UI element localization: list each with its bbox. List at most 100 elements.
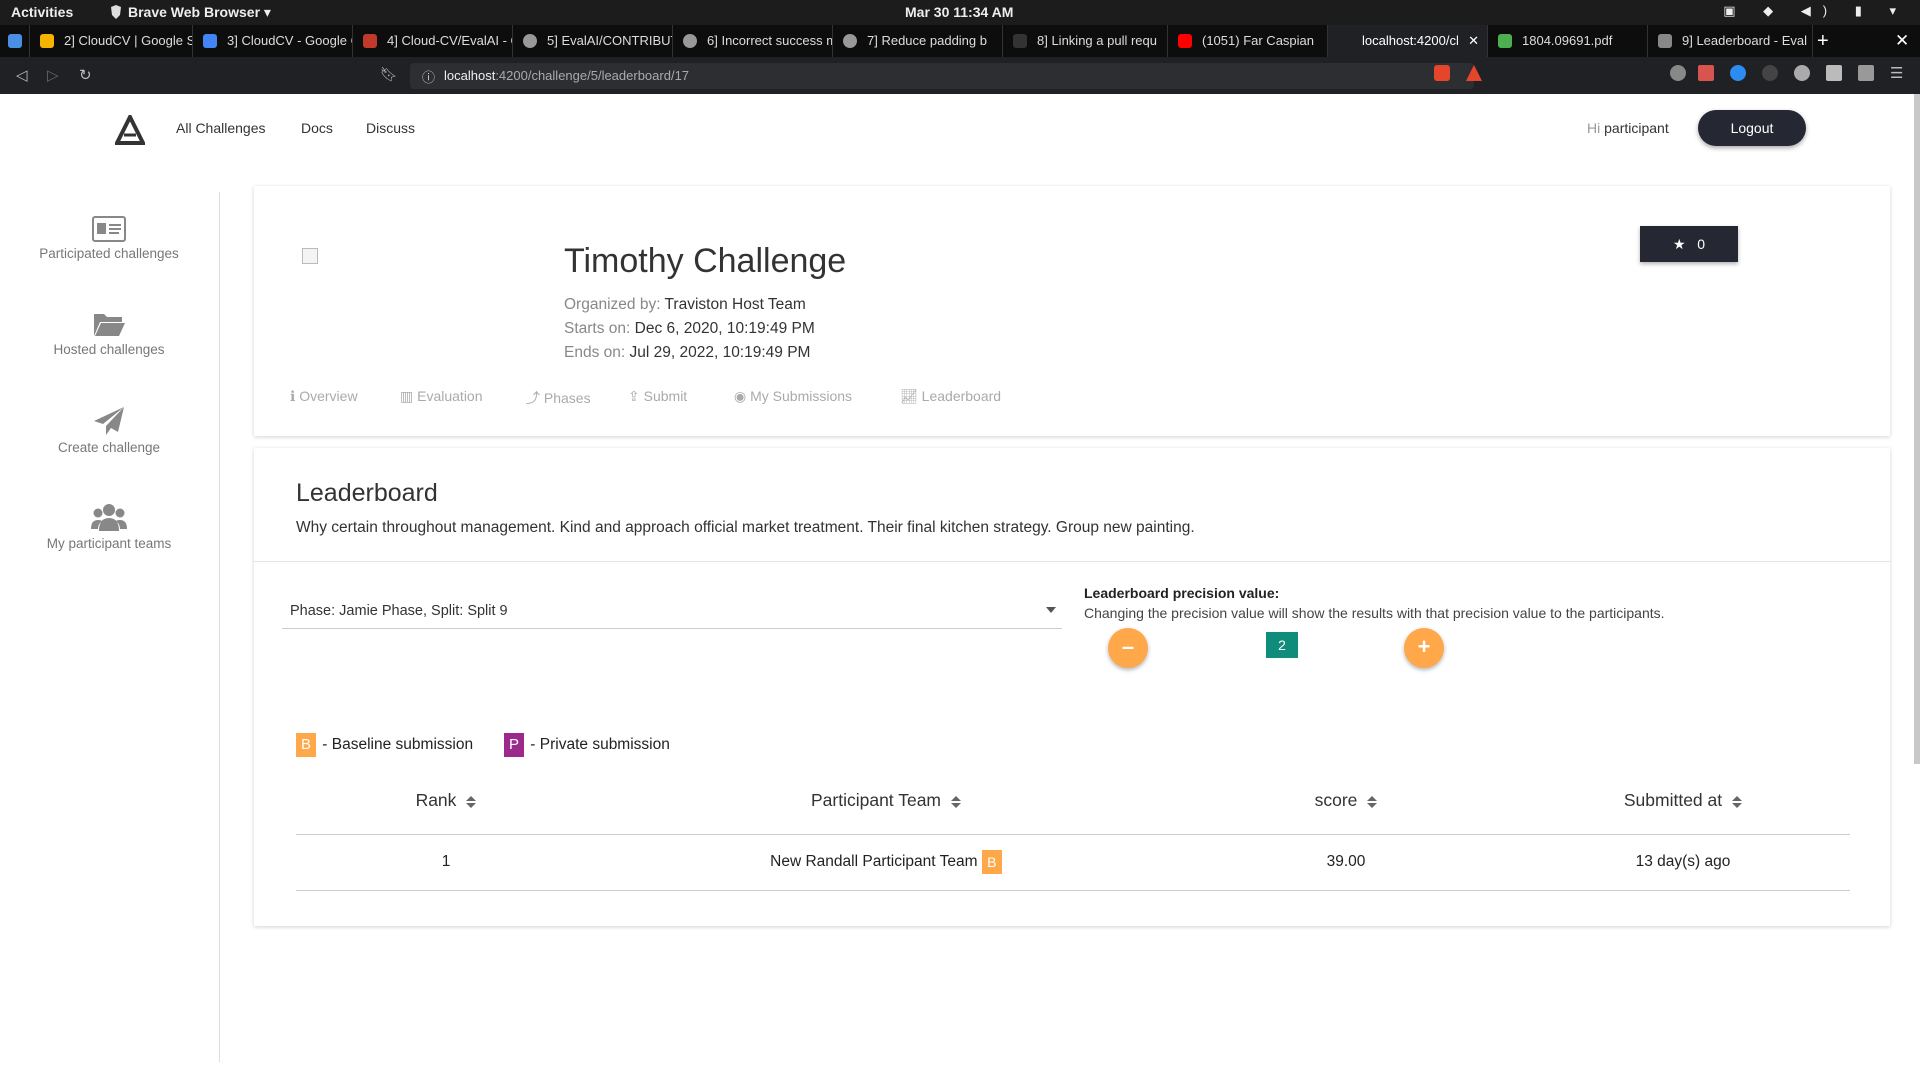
star-icon: ★ [1672,236,1686,252]
clock[interactable]: Mar 30 11:34 AM [905,4,1013,20]
close-window-icon[interactable]: ✕ [1895,25,1909,57]
table-row: 1 New Randall Participant Team B 39.00 1… [296,834,1850,891]
legend-private-label: - Private submission [526,736,670,754]
browser-tab[interactable]: 6] Incorrect success m [673,25,833,57]
sidebar-item-participated-challenges[interactable]: Participated challenges [0,216,218,261]
playlist-icon[interactable] [1858,65,1874,81]
column-rank[interactable]: Rank [296,768,596,835]
activities-button[interactable]: Activities [11,4,73,20]
url-host: localhost [444,68,496,83]
tab-evaluation[interactable]: ▥ Evaluation [400,388,483,405]
tab-favicon-icon [203,34,217,48]
tab-label: Leaderboard [921,388,1002,404]
app-menu[interactable]: Brave Web Browser ▾ [110,4,271,21]
tab-leaderboard[interactable]: 📈︎ Leaderboard [900,388,1001,405]
brave-shields-icon[interactable] [1434,65,1450,81]
baseline-badge: B [981,850,1002,874]
tab-favicon-icon [1658,34,1672,48]
close-tab-icon[interactable]: ✕ [1468,25,1479,57]
sort-icon[interactable] [1732,795,1743,808]
new-tab-button[interactable]: + [1817,25,1829,57]
tab-submit[interactable]: ⇪ Submit [628,388,687,405]
logout-button[interactable]: Logout [1698,110,1806,146]
score-cell: 39.00 [1176,834,1516,891]
url-path: :4200/challenge/5/leaderboard/17 [495,68,690,83]
nav-all-challenges[interactable]: All Challenges [176,120,266,136]
legend-baseline: B - Baseline submission [296,733,473,757]
back-icon[interactable]: ◁ [16,66,28,84]
challenge-title: Timothy Challenge [564,242,847,280]
page-scrollbar[interactable] [1914,94,1920,764]
tab-label: 9] Leaderboard - Eval [1682,33,1808,48]
column-label: Submitted at [1623,790,1723,811]
decrease-precision-button[interactable]: – [1108,628,1148,668]
brave-lion-icon [111,5,121,19]
column-label: score [1314,790,1358,811]
sidebar: Participated challenges Hosted challenge… [0,192,220,1062]
legend-baseline-label: - Baseline submission [318,736,474,754]
tab-phases[interactable]: ⤴ Phases [526,388,591,408]
tab-label: 6] Incorrect success m [707,33,833,48]
menu-icon[interactable]: ☰ [1890,64,1903,82]
browser-tab[interactable]: 7] Reduce padding b [833,25,1003,57]
tab-favicon-icon [683,34,697,48]
sidebar-item-create-challenge[interactable]: Create challenge [0,406,218,455]
pinned-tab-favicon-icon [8,34,22,48]
nav-discuss[interactable]: Discuss [366,120,415,136]
sort-icon[interactable] [466,795,477,808]
tab-label: 1804.09691.pdf [1522,33,1613,48]
bookmark-icon[interactable]: 🔖︎ [380,66,398,83]
url-text[interactable]: localhost:4200/challenge/5/leaderboard/1… [444,68,689,83]
browser-tab-active[interactable]: localhost:4200/cl ✕ [1328,25,1488,57]
nav-docs[interactable]: Docs [301,120,333,136]
extension-icon[interactable] [1794,65,1810,81]
star-button[interactable]: ★ 0 [1640,226,1738,262]
app-menu-label: Brave Web Browser [128,4,261,20]
organized-by-label: Organized by: [564,296,661,313]
system-tray[interactable]: ▣ ◆ ◀) ▮ ▾ [1723,3,1908,19]
column-submitted-at[interactable]: Submitted at [1516,768,1850,835]
line-chart-icon: 📈︎ [900,388,918,404]
eye-icon: ◉ [734,388,747,404]
tab-overview[interactable]: ℹ Overview [290,388,358,405]
browser-tab[interactable]: 8] Linking a pull requ [1003,25,1168,57]
sort-icon[interactable] [1367,795,1378,808]
browser-tab[interactable]: 1804.09691.pdf [1488,25,1648,57]
column-label: Rank [415,790,457,811]
increase-precision-button[interactable]: + [1404,628,1444,668]
team-name: New Randall Participant Team [770,853,978,871]
extensions-puzzle-icon[interactable] [1826,65,1842,81]
forward-icon[interactable]: ▷ [47,66,59,84]
sidebar-item-hosted-challenges[interactable]: Hosted challenges [0,310,218,357]
browser-tab[interactable]: (1051) Far Caspian [1168,25,1328,57]
tab-label: Phases [543,390,591,406]
extension-icon[interactable] [1698,65,1714,81]
browser-tab[interactable]: 9] Leaderboard - Eval [1648,25,1813,57]
browser-tab[interactable]: 3] CloudCV - Google C [193,25,353,57]
ends-on-value: Jul 29, 2022, 10:19:49 PM [629,344,811,361]
site-info-icon[interactable]: ⓘ [422,67,435,86]
sidebar-item-label: My participant teams [46,536,172,551]
tab-label: Evaluation [417,388,483,404]
star-count: 0 [1697,236,1706,252]
bar-chart-icon: ▥ [400,388,414,404]
starts-on-value: Dec 6, 2020, 10:19:49 PM [634,320,815,337]
column-participant-team[interactable]: Participant Team [596,768,1176,835]
extension-icon[interactable] [1670,65,1686,81]
pinned-tab[interactable] [0,25,30,57]
column-score[interactable]: score [1176,768,1516,835]
phase-split-select[interactable]: Phase: Jamie Phase, Split: Split 9 [282,593,1062,629]
sort-icon[interactable] [951,795,962,808]
reload-icon[interactable]: ↻ [79,66,92,84]
browser-tab[interactable]: 4] Cloud-CV/EvalAI - G [353,25,513,57]
sidebar-item-my-participant-teams[interactable]: My participant teams [0,502,218,551]
extension-icon[interactable] [1730,65,1746,81]
extension-icon[interactable] [1762,65,1778,81]
tab-label: 7] Reduce padding b [867,33,987,48]
browser-tab[interactable]: 5] EvalAI/CONTRIBUTI [513,25,673,57]
challenge-logo-image [302,248,318,264]
tab-my-submissions[interactable]: ◉ My Submissions [734,388,852,405]
address-bar[interactable]: ⓘ localhost:4200/challenge/5/leaderboard… [410,63,1474,89]
browser-tab[interactable]: 2] CloudCV | Google S [30,25,193,57]
evalai-logo-icon[interactable] [115,115,145,145]
